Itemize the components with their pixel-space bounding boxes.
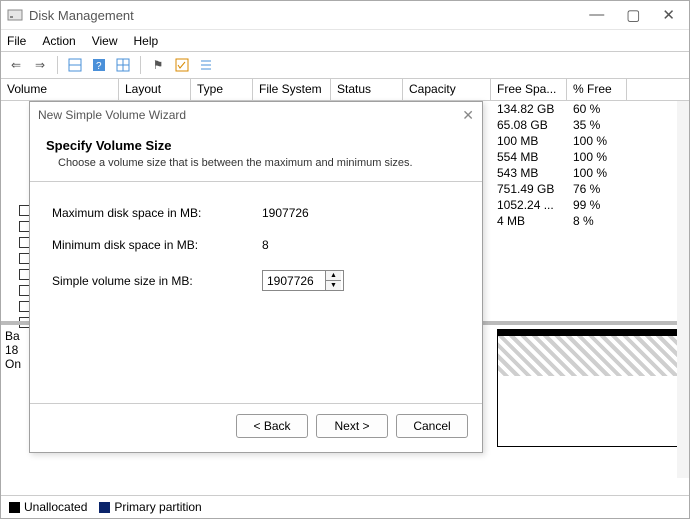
- legend-primary: Primary partition: [99, 500, 201, 514]
- volume-size-label: Simple volume size in MB:: [52, 274, 262, 288]
- dialog-title: New Simple Volume Wizard: [38, 108, 186, 122]
- list-icon[interactable]: [197, 56, 215, 74]
- dialog-titlebar: New Simple Volume Wizard ✕: [30, 102, 482, 128]
- cell-pctfree: 100 %: [567, 134, 613, 148]
- col-pctfree[interactable]: % Free: [567, 79, 627, 100]
- col-filesystem[interactable]: File System: [253, 79, 331, 100]
- maximize-button[interactable]: ▢: [626, 6, 640, 24]
- partition-bar[interactable]: [497, 329, 683, 447]
- min-space-value: 8: [262, 238, 269, 252]
- dialog-header: Specify Volume Size Choose a volume size…: [30, 128, 482, 182]
- col-capacity[interactable]: Capacity: [403, 79, 491, 100]
- dialog-footer: < Back Next > Cancel: [30, 403, 482, 452]
- cell-freespace: 100 MB: [491, 134, 567, 148]
- col-volume[interactable]: Volume: [1, 79, 119, 100]
- cancel-button[interactable]: Cancel: [396, 414, 468, 438]
- cell-freespace: 4 MB: [491, 214, 567, 228]
- dialog-subheading: Choose a volume size that is between the…: [58, 157, 466, 169]
- cell-pctfree: 76 %: [567, 182, 606, 196]
- check-icon[interactable]: [173, 56, 191, 74]
- spinner-up-icon[interactable]: ▲: [326, 271, 341, 281]
- disk-icon: [7, 7, 23, 23]
- toolbar: ⇐ ⇒ ? ⚑: [1, 51, 689, 79]
- cell-freespace: 65.08 GB: [491, 118, 567, 132]
- table-icon[interactable]: [66, 56, 84, 74]
- cell-freespace: 751.49 GB: [491, 182, 567, 196]
- max-space-label: Maximum disk space in MB:: [52, 206, 262, 220]
- grid-icon[interactable]: [114, 56, 132, 74]
- dialog-heading: Specify Volume Size: [46, 138, 466, 153]
- menu-help[interactable]: Help: [134, 34, 159, 48]
- next-button[interactable]: Next >: [316, 414, 388, 438]
- back-icon[interactable]: ⇐: [7, 56, 25, 74]
- legend: Unallocated Primary partition: [1, 495, 689, 518]
- cell-pctfree: 100 %: [567, 166, 613, 180]
- window-title: Disk Management: [29, 8, 589, 23]
- legend-unallocated: Unallocated: [9, 500, 87, 514]
- help-icon[interactable]: ?: [90, 56, 108, 74]
- flag-icon[interactable]: ⚑: [149, 56, 167, 74]
- forward-icon[interactable]: ⇒: [31, 56, 49, 74]
- disk-management-window: Disk Management — ▢ ✕ File Action View H…: [0, 0, 690, 519]
- col-type[interactable]: Type: [191, 79, 253, 100]
- minimize-button[interactable]: —: [589, 6, 604, 24]
- cell-pctfree: 35 %: [567, 118, 606, 132]
- volume-size-input[interactable]: [263, 271, 325, 290]
- close-icon[interactable]: ✕: [462, 107, 474, 124]
- max-space-value: 1907726: [262, 206, 309, 220]
- min-space-label: Minimum disk space in MB:: [52, 238, 262, 252]
- cell-pctfree: 100 %: [567, 150, 613, 164]
- cell-pctfree: 99 %: [567, 198, 606, 212]
- dialog-body: Maximum disk space in MB: 1907726 Minimu…: [30, 182, 482, 403]
- col-extra[interactable]: [627, 79, 689, 100]
- menu-view[interactable]: View: [92, 34, 118, 48]
- col-freespace[interactable]: Free Spa...: [491, 79, 567, 100]
- cell-freespace: 554 MB: [491, 150, 567, 164]
- volumes-header: Volume Layout Type File System Status Ca…: [1, 79, 689, 101]
- volume-data-visible: 134.82 GB60 % 65.08 GB35 % 100 MB100 % 5…: [491, 101, 613, 229]
- menu-file[interactable]: File: [7, 34, 26, 48]
- spinner-down-icon[interactable]: ▼: [326, 281, 341, 290]
- col-layout[interactable]: Layout: [119, 79, 191, 100]
- cell-freespace: 134.82 GB: [491, 102, 567, 116]
- cell-freespace: 543 MB: [491, 166, 567, 180]
- col-status[interactable]: Status: [331, 79, 403, 100]
- titlebar: Disk Management — ▢ ✕: [1, 1, 689, 29]
- menu-action[interactable]: Action: [42, 34, 75, 48]
- new-volume-wizard-dialog: New Simple Volume Wizard ✕ Specify Volum…: [29, 101, 483, 453]
- back-button[interactable]: < Back: [236, 414, 308, 438]
- cell-freespace: 1052.24 ...: [491, 198, 567, 212]
- volume-size-spinner[interactable]: ▲ ▼: [262, 270, 344, 291]
- menubar: File Action View Help: [1, 29, 689, 51]
- close-button[interactable]: ✕: [662, 6, 675, 24]
- cell-pctfree: 8 %: [567, 214, 600, 228]
- cell-pctfree: 60 %: [567, 102, 606, 116]
- svg-text:?: ?: [96, 61, 102, 72]
- scrollbar[interactable]: [677, 101, 689, 478]
